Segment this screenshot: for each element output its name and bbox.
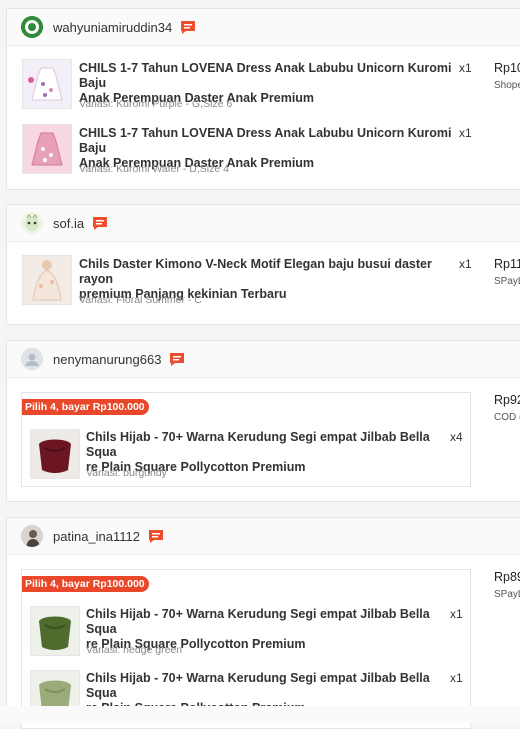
payment-method: SPayL [494,276,520,287]
order-card: nenymanurung663 Pilih 4, bayar Rp100.000… [6,340,520,502]
product-quantity: x1 [450,671,463,685]
product-quantity: x1 [459,126,472,140]
order-total-price: Rp11 [494,257,520,271]
payment-method: COD ( [494,412,520,423]
payment-method: SPayL [494,589,520,600]
product-quantity: x4 [450,430,463,444]
order-header: wahyuniamiruddin34 [7,9,520,46]
buyer-username[interactable]: wahyuniamiruddin34 [53,20,172,35]
chat-icon[interactable] [92,216,108,231]
product-variant: Variasi: Kuromi Purple - G,Size 6 [79,98,233,110]
order-header: patina_ina1112 [7,518,520,555]
buyer-avatar[interactable] [21,16,43,38]
buyer-username[interactable]: patina_ina1112 [53,529,140,544]
cartoon-avatar-icon [25,214,39,231]
product-quantity: x1 [459,61,472,75]
bottom-bar [0,706,520,723]
order-header: nenymanurung663 [7,341,520,378]
green-logo-avatar-icon [21,16,43,38]
product-variant: Variasi: hedge green [86,644,183,656]
chat-icon[interactable] [169,352,185,367]
chat-icon[interactable] [148,529,164,544]
product-variant: Variasi: Floral Summer - C [79,294,202,306]
chat-icon[interactable] [180,20,196,35]
product-thumbnail[interactable] [30,429,80,479]
payment-method: Shope [494,80,520,91]
buyer-avatar[interactable] [21,212,43,234]
order-total-price: Rp92 [494,393,520,407]
buyer-username[interactable]: sof.ia [53,216,84,231]
product-variant: Variasi: burgundy [86,467,167,479]
order-total-price: Rp89 [494,570,520,584]
product-variant: Variasi: Kuromi Wafer - D,Size 4 [79,163,229,175]
product-quantity: x1 [450,607,463,621]
buyer-avatar[interactable] [21,525,43,547]
buyer-avatar[interactable] [21,348,43,370]
bundle-deal-group: Pilih 4, bayar Rp100.000 Chils Hijab - 7… [21,392,471,487]
bundle-promo-badge: Pilih 4, bayar Rp100.000 [22,576,149,592]
order-header: sof.ia [7,205,520,242]
order-total-price: Rp10 [494,61,520,75]
order-card: sof.ia Chils Daster Kimono V-Neck Motif … [6,204,520,325]
product-thumbnail[interactable] [30,606,80,656]
buyer-username[interactable]: nenymanurung663 [53,352,161,367]
photo-avatar-icon [21,525,43,547]
product-quantity: x1 [459,257,472,271]
product-thumbnail[interactable] [22,124,72,174]
product-thumbnail[interactable] [22,59,72,109]
default-user-avatar-icon [21,348,43,370]
bundle-deal-group: Pilih 4, bayar Rp100.000 Chils Hijab - 7… [21,569,471,729]
order-card: wahyuniamiruddin34 CHILS 1-7 Tahun LOVEN… [6,8,520,190]
order-card: patina_ina1112 Pilih 4, bayar Rp100.000 … [6,517,520,729]
bundle-promo-badge: Pilih 4, bayar Rp100.000 [22,399,149,415]
product-thumbnail[interactable] [22,255,72,305]
